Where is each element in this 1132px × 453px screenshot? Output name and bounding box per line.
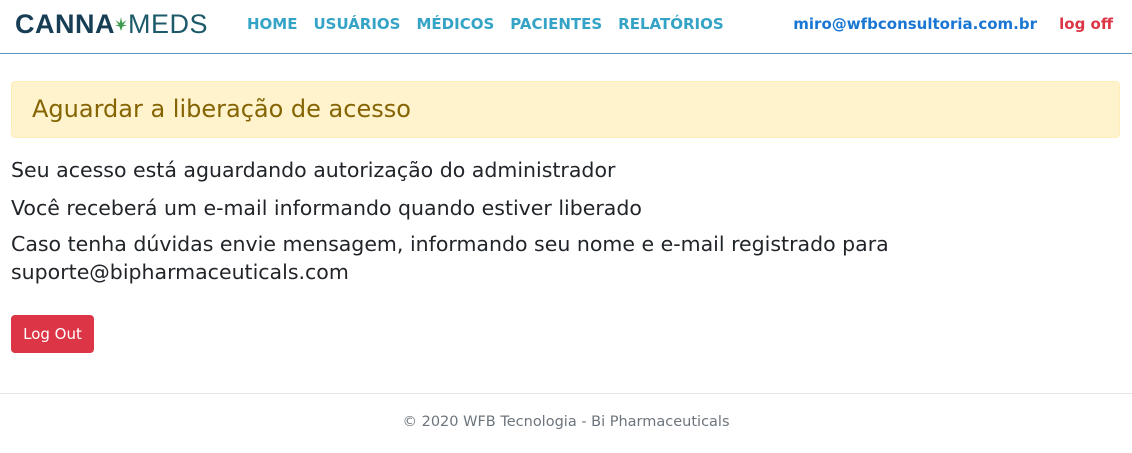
footer-copyright: © 2020 WFB Tecnologia - Bi Pharmaceutica… — [402, 414, 730, 430]
alert-title: Aguardar a liberação de acesso — [32, 95, 411, 123]
user-email-link[interactable]: miro@wfbconsultoria.com.br — [793, 15, 1037, 33]
nav-home[interactable]: HOME — [247, 15, 297, 33]
message-line-1: Seu acesso está aguardando autorização d… — [11, 158, 616, 182]
nav-pacientes[interactable]: PACIENTES — [510, 15, 602, 33]
cannabis-leaf-icon — [115, 17, 127, 31]
pending-access-alert: Aguardar a liberação de acesso — [11, 81, 1120, 138]
main-nav: HOME USUÁRIOS MÉDICOS PACIENTES RELATÓRI… — [247, 15, 740, 33]
top-navbar: CANNA MEDS HOME USUÁRIOS MÉDICOS PACIENT… — [0, 0, 1132, 54]
message-line-3: Caso tenha dúvidas envie mensagem, infor… — [11, 232, 889, 284]
brand-logo[interactable]: CANNA MEDS — [15, 9, 208, 39]
brand-text-meds: MEDS — [128, 9, 209, 39]
logoff-link[interactable]: log off — [1059, 15, 1113, 33]
nav-relatorios[interactable]: RELATÓRIOS — [618, 15, 723, 33]
message-line-2: Você receberá um e-mail informando quand… — [11, 196, 642, 220]
nav-usuarios[interactable]: USUÁRIOS — [313, 15, 400, 33]
nav-medicos[interactable]: MÉDICOS — [416, 15, 494, 33]
brand-text-canna: CANNA — [15, 9, 115, 39]
footer: © 2020 WFB Tecnologia - Bi Pharmaceutica… — [0, 393, 1132, 453]
logout-button[interactable]: Log Out — [11, 315, 94, 353]
